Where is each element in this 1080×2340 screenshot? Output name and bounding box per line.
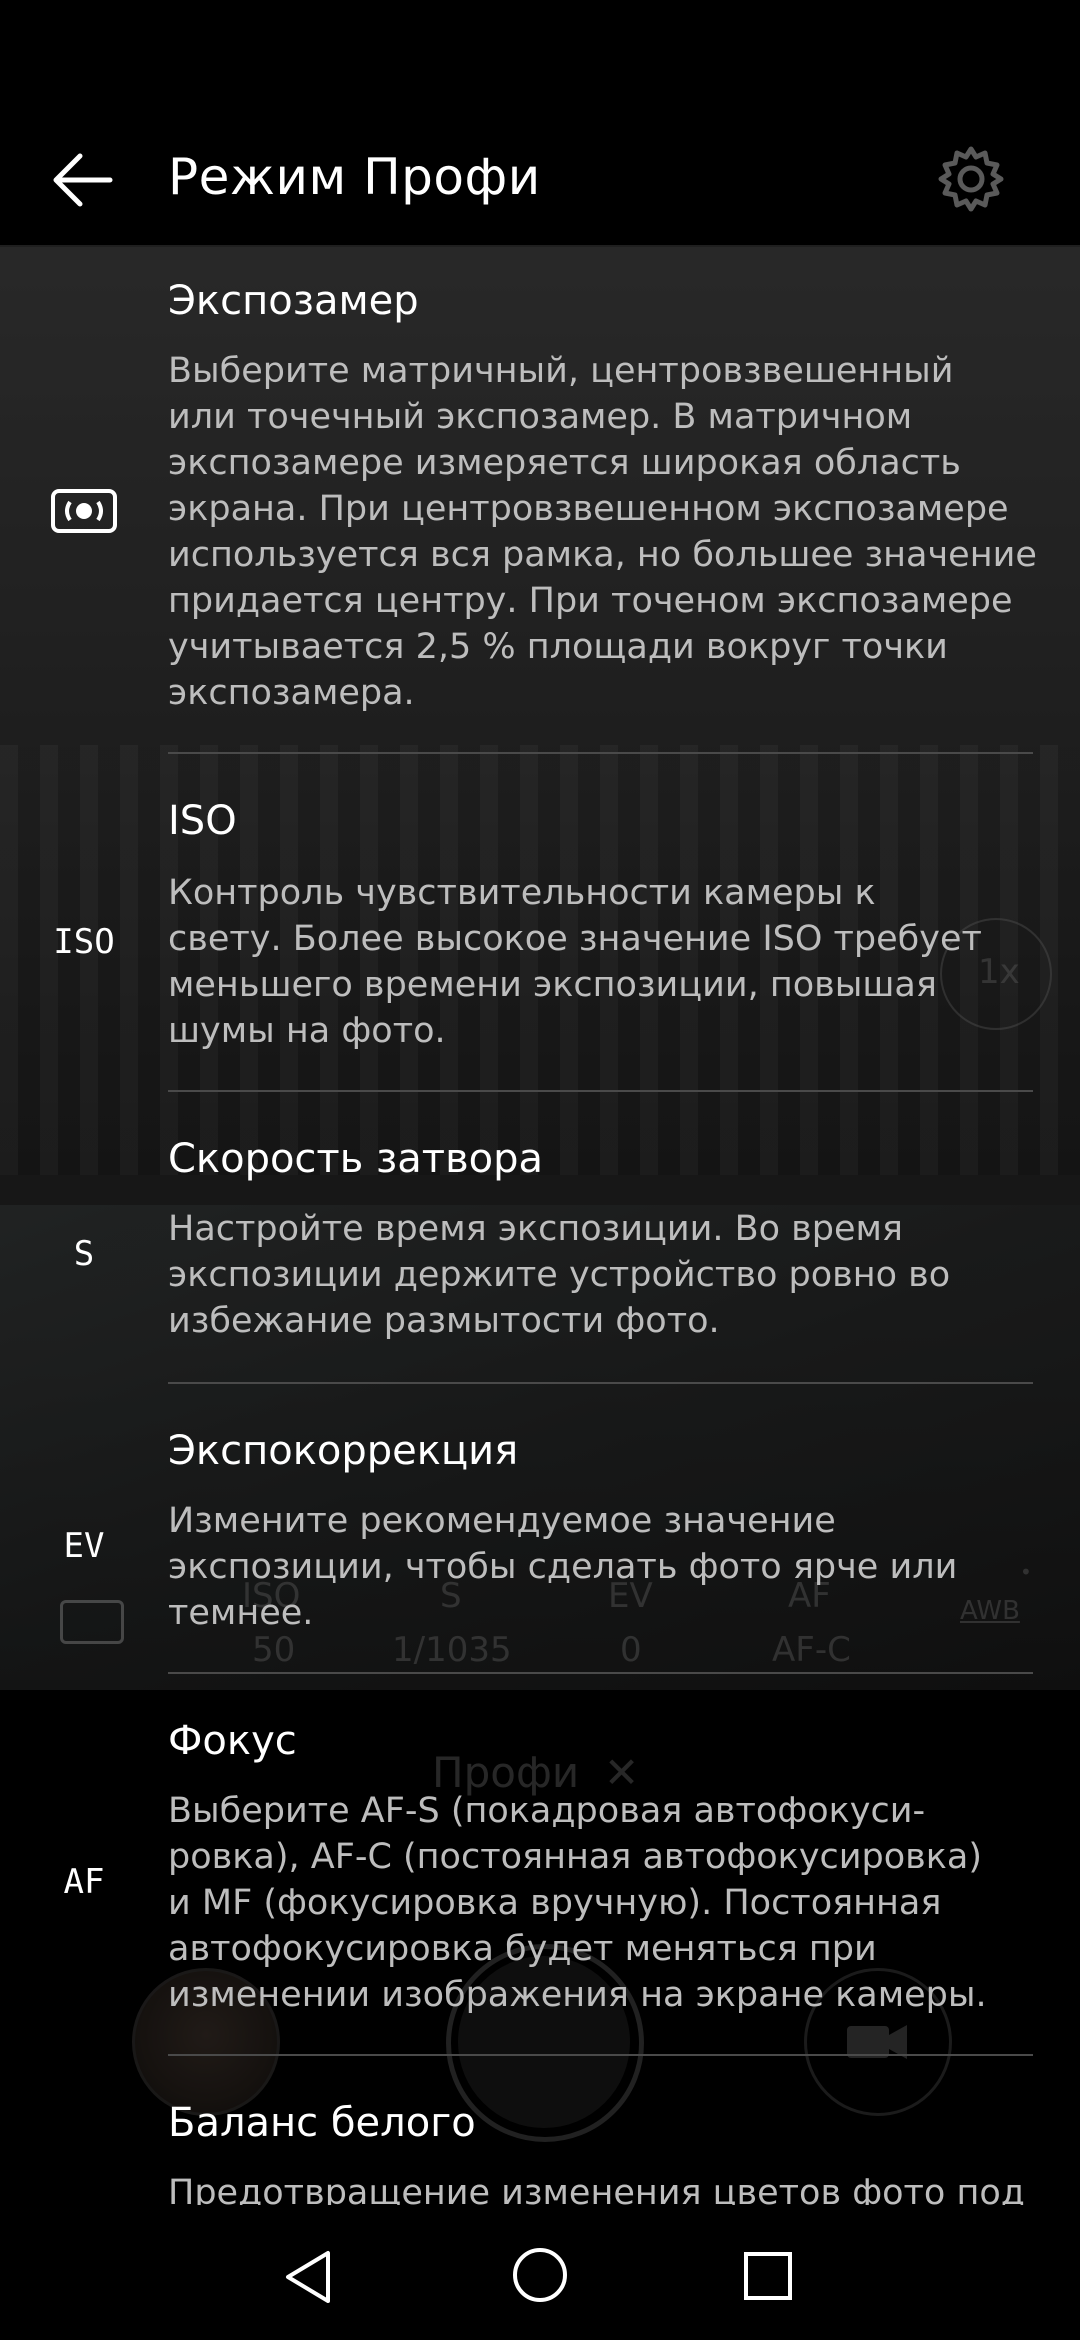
nav-back-icon	[286, 2251, 330, 2303]
nav-recent-icon	[744, 2252, 792, 2300]
section-description: Предотвращение изменения цветов фото под	[168, 2173, 1025, 2205]
section-white-balance: Баланс белого Предотвращение изменения ц…	[0, 0, 1080, 2205]
section-title: Баланс белого	[168, 2100, 476, 2146]
nav-recent-button[interactable]	[740, 2248, 796, 2304]
nav-back-button[interactable]	[278, 2245, 342, 2309]
nav-home-icon	[513, 2248, 567, 2302]
nav-home-button[interactable]	[510, 2245, 570, 2305]
